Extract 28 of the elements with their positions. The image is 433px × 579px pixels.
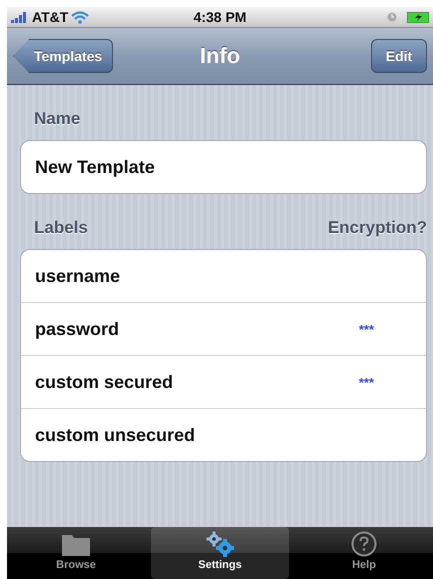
label-text: username [35, 266, 120, 286]
wifi-icon [71, 10, 90, 24]
column-header: Encryption? [328, 217, 427, 239]
section-header: Labels [33, 217, 88, 239]
signal-icon [11, 11, 29, 23]
back-button[interactable]: Templates [13, 39, 114, 73]
label-row[interactable]: username [21, 250, 426, 302]
tab-item[interactable]: Settings [151, 527, 289, 579]
status-time: 4:38 PM [192, 9, 248, 25]
clock-icon [387, 12, 397, 22]
screen-title: Info [198, 43, 242, 69]
encryption-mask: *** [358, 374, 374, 390]
label-text: password [35, 318, 120, 340]
encryption-mask: *** [358, 322, 374, 336]
label-row[interactable]: custom secured *** [21, 355, 426, 408]
carrier-name: AT&T [32, 9, 68, 25]
gears-icon [205, 531, 235, 557]
label-text: custom secured [35, 372, 174, 392]
edit-button[interactable]: Edit [371, 39, 427, 73]
help-icon [351, 531, 377, 557]
section-header: Name [33, 108, 82, 130]
label-row[interactable]: password *** [21, 302, 426, 355]
battery-icon [407, 12, 429, 22]
label-row[interactable]: custom unsecured [21, 408, 426, 461]
label-text: custom unsecured [35, 424, 196, 446]
tab-item[interactable]: Help [295, 527, 433, 579]
tab-item[interactable]: Browse [7, 527, 145, 579]
name-value: New Template [34, 156, 156, 179]
